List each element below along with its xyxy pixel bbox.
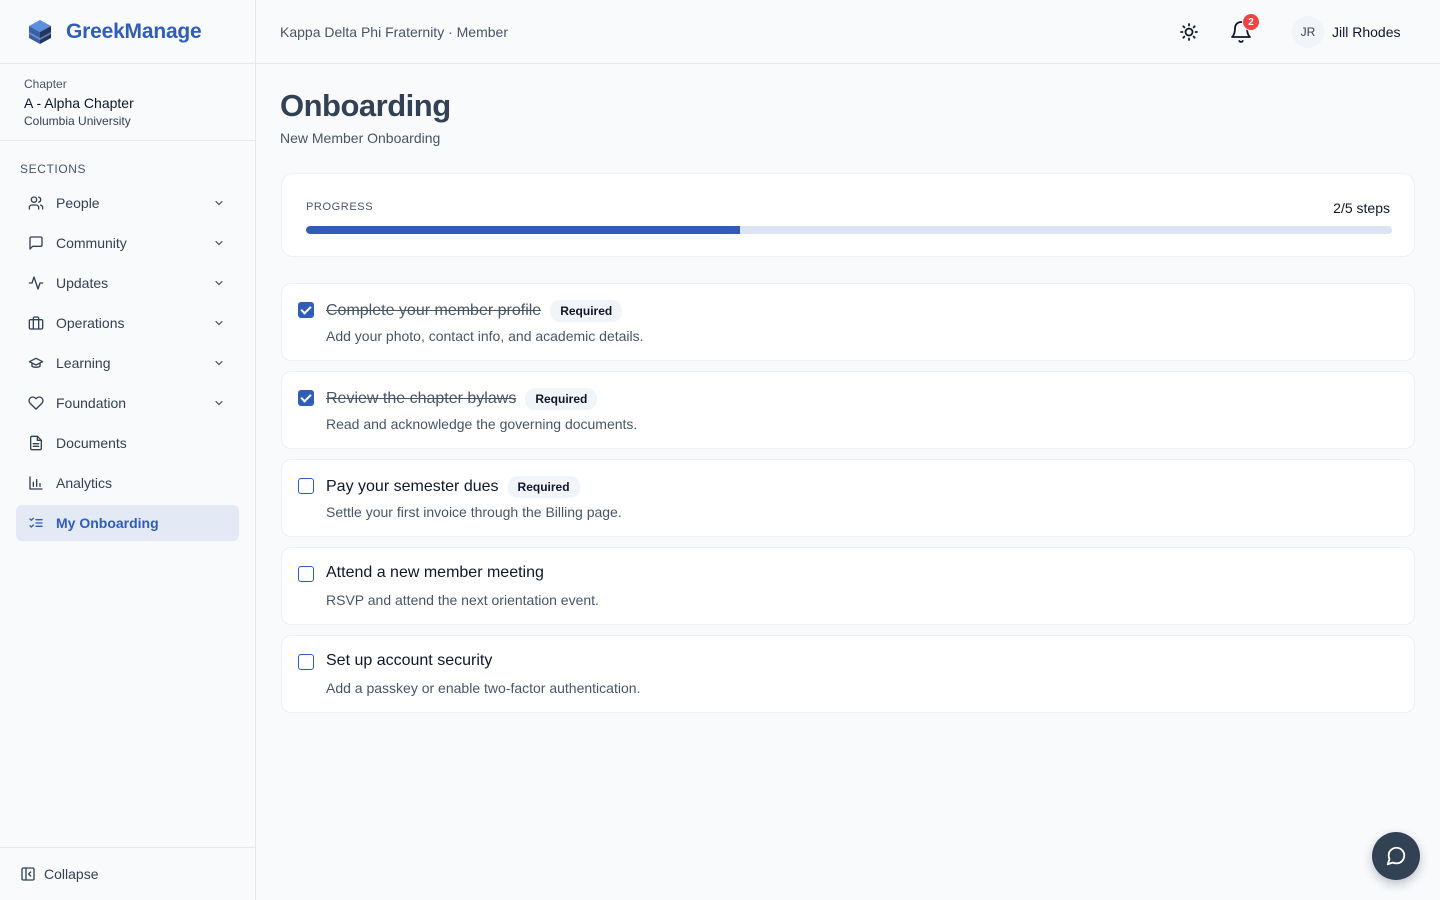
sidebar-item-analytics[interactable]: Analytics <box>16 465 239 501</box>
logo-cube-icon <box>29 19 51 44</box>
chevron-down-icon <box>215 240 223 246</box>
step-title-row: Review the chapter bylaws Required <box>326 388 598 410</box>
step-description: Settle your first invoice through the Bi… <box>326 504 622 520</box>
heart-icon <box>28 396 44 410</box>
progress-bar-fill <box>306 226 741 234</box>
file-text-icon <box>30 435 42 451</box>
progress-bar <box>306 226 1392 234</box>
user-menu[interactable]: JR Jill Rhodes <box>1292 16 1400 48</box>
chevron-down-icon <box>215 280 223 286</box>
step-title: Review the chapter bylaws <box>326 390 517 407</box>
sidebar-item-my-onboarding[interactable]: My Onboarding <box>16 505 239 541</box>
chevron-down-icon <box>215 200 223 206</box>
step-title: Attend a new member meeting <box>326 564 544 581</box>
sidebar-nav: People Community Updates Operations Lear… <box>16 185 239 545</box>
chapter-switcher[interactable]: Chapter A - Alpha Chapter Columbia Unive… <box>0 64 255 141</box>
sidebar-item-label: Foundation <box>56 395 127 411</box>
collapse-label: Collapse <box>44 866 99 882</box>
sun-icon[interactable] <box>1177 20 1201 44</box>
step-description: Add a passkey or enable two-factor authe… <box>326 680 641 696</box>
onboarding-step: Attend a new member meeting RSVP and att… <box>281 547 1415 625</box>
sidebar-item-label: People <box>56 195 100 211</box>
page-subtitle: New Member Onboarding <box>280 130 441 146</box>
onboarding-step: Pay your semester dues Required Settle y… <box>281 459 1415 537</box>
notification-count-badge: 2 <box>1242 13 1260 31</box>
sidebar-item-updates[interactable]: Updates <box>16 265 239 301</box>
avatar: JR <box>1292 16 1324 48</box>
step-description: Read and acknowledge the governing docum… <box>326 416 638 432</box>
step-checkbox[interactable] <box>298 390 314 406</box>
chevron-down-icon <box>215 360 223 366</box>
user-name: Jill Rhodes <box>1332 24 1401 40</box>
sidebar-item-label: Operations <box>56 315 125 331</box>
bar-chart-icon <box>29 476 43 490</box>
sidebar: GreekManage Chapter A - Alpha Chapter Co… <box>0 0 256 900</box>
sidebar-item-learning[interactable]: Learning <box>16 345 239 381</box>
step-title-row: Attend a new member meeting <box>326 564 544 582</box>
step-title-row: Complete your member profile Required <box>326 300 623 322</box>
required-badge: Required <box>507 476 580 498</box>
message-square-icon <box>29 236 43 250</box>
progress-count: 2/5 steps <box>1333 200 1390 216</box>
users-icon <box>28 196 44 210</box>
sidebar-item-community[interactable]: Community <box>16 225 239 261</box>
step-title: Pay your semester dues <box>326 478 499 495</box>
chapter-name: A - Alpha Chapter <box>24 95 134 111</box>
step-checkbox[interactable] <box>298 478 314 494</box>
sidebar-item-documents[interactable]: Documents <box>16 425 239 461</box>
step-description: RSVP and attend the next orientation eve… <box>326 592 599 608</box>
onboarding-step: Complete your member profile Required Ad… <box>281 283 1415 361</box>
step-title-row: Pay your semester dues Required <box>326 476 580 498</box>
chevron-down-icon <box>215 320 223 326</box>
onboarding-steps: Complete your member profile Required Ad… <box>281 283 1415 723</box>
step-title-row: Set up account security <box>326 652 492 670</box>
sidebar-item-operations[interactable]: Operations <box>16 305 239 341</box>
step-checkbox[interactable] <box>298 302 314 318</box>
required-badge: Required <box>525 388 598 410</box>
chat-support-button[interactable] <box>1372 832 1420 880</box>
chevron-down-icon <box>215 400 223 406</box>
onboarding-step: Set up account security Add a passkey or… <box>281 635 1415 713</box>
panel-left-close-icon <box>21 867 35 881</box>
sections-label: SECTIONS <box>20 162 87 176</box>
step-description: Add your photo, contact info, and academ… <box>326 328 644 344</box>
sidebar-item-label: Documents <box>56 435 127 451</box>
step-title: Set up account security <box>326 652 493 669</box>
sidebar-item-label: Analytics <box>56 475 113 491</box>
chapter-school: Columbia University <box>24 114 131 128</box>
progress-label: PROGRESS <box>306 201 374 213</box>
required-badge: Required <box>550 300 623 322</box>
topbar: Kappa Delta Phi Fraternity · Member 2 JR… <box>256 0 1440 64</box>
org-role-breadcrumb: Kappa Delta Phi Fraternity · Member <box>280 23 508 40</box>
progress-card: PROGRESS 2/5 steps <box>281 173 1415 257</box>
sidebar-item-label: Learning <box>56 355 111 371</box>
sidebar-item-foundation[interactable]: Foundation <box>16 385 239 421</box>
activity-icon <box>28 276 44 290</box>
step-checkbox[interactable] <box>298 654 314 670</box>
step-checkbox[interactable] <box>298 566 314 582</box>
sidebar-item-label: Community <box>56 235 127 251</box>
message-circle-icon <box>1386 846 1406 866</box>
collapse-sidebar-button[interactable]: Collapse <box>0 847 255 900</box>
brand-name: GreekManage <box>66 19 202 43</box>
page-title: Onboarding <box>280 88 451 123</box>
sidebar-item-label: Updates <box>56 275 109 291</box>
briefcase-icon <box>28 316 44 330</box>
onboarding-step: Review the chapter bylaws Required Read … <box>281 371 1415 449</box>
graduation-cap-icon <box>28 357 44 368</box>
step-title: Complete your member profile <box>326 302 542 319</box>
brand[interactable]: GreekManage <box>0 0 255 64</box>
sidebar-item-people[interactable]: People <box>16 185 239 221</box>
sidebar-item-label: My Onboarding <box>56 515 159 531</box>
list-checks-icon <box>29 517 43 528</box>
chapter-kicker: Chapter <box>24 77 67 91</box>
